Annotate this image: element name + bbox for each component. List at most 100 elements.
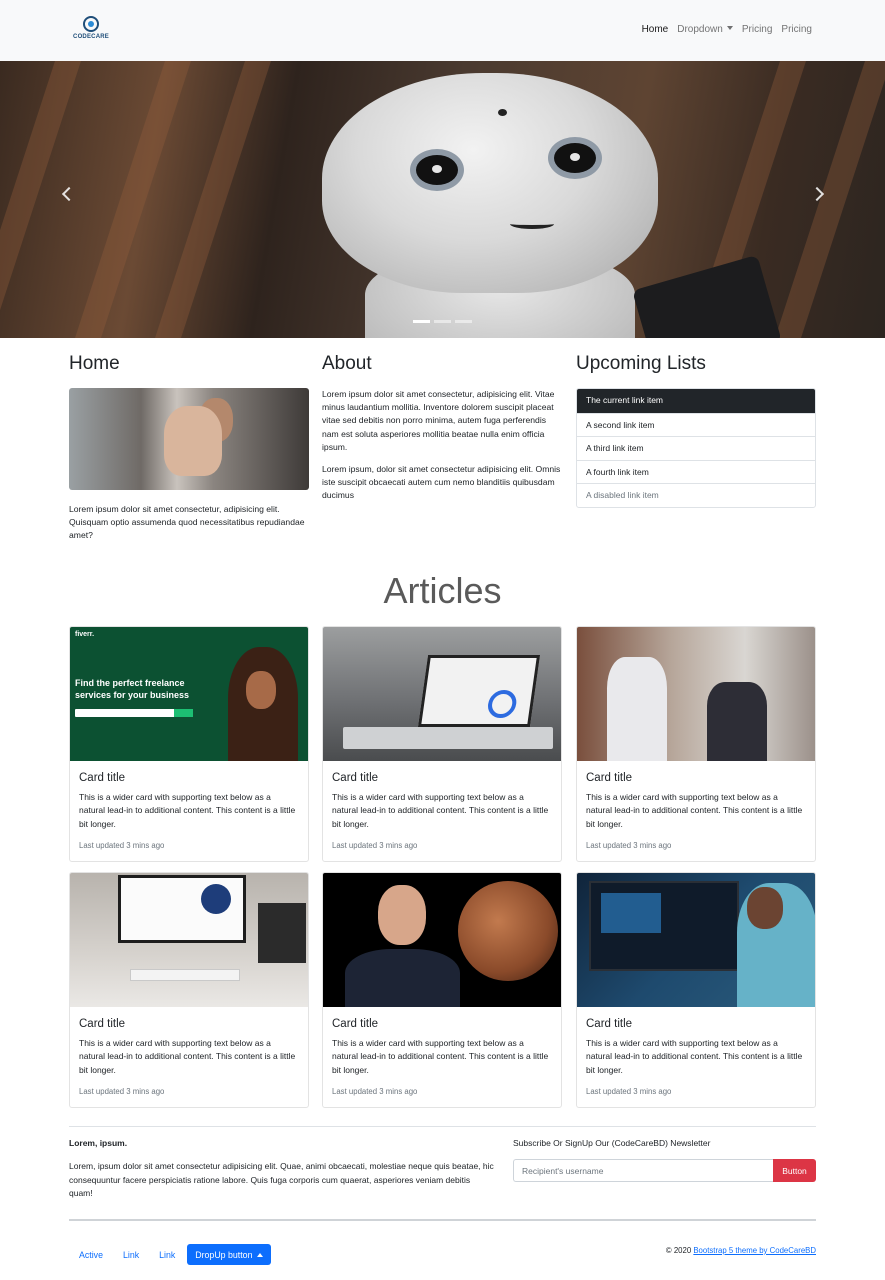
card-image [323, 873, 561, 1007]
person-right [707, 682, 767, 761]
fiverr-search-button [174, 709, 193, 717]
upcoming-list: The current link item A second link item… [576, 388, 816, 508]
articles-heading: Articles [383, 570, 502, 611]
upcoming-heading: Upcoming Lists [576, 353, 706, 374]
card-updated: Last updated 3 mins ago [586, 1086, 672, 1096]
planet-mars [458, 881, 558, 981]
list-item[interactable]: A second link item [577, 412, 815, 437]
fiverr-headline: Find the perfect freelance services for … [75, 678, 190, 700]
fiverr-person [228, 647, 298, 761]
footer-link[interactable]: Link [149, 1250, 185, 1260]
card-title: Card title [332, 772, 379, 784]
home-section: Home Lorem ipsum dolor sit amet consecte… [69, 352, 309, 543]
article-card[interactable]: Card title This is a wider card with sup… [322, 872, 562, 1108]
robot-eye-right [548, 137, 602, 179]
card-body: Card title This is a wider card with sup… [323, 1007, 561, 1096]
footer-text: Lorem, ipsum dolor sit amet consectetur … [69, 1161, 494, 1198]
card-updated: Last updated 3 mins ago [586, 840, 672, 850]
copyright: © 2020 Bootstrap 5 theme by CodeCareBD [666, 1246, 816, 1255]
card-body: Card title This is a wider card with sup… [70, 761, 308, 850]
hero-carousel [0, 61, 885, 338]
list-item-disabled: A disabled link item [577, 483, 815, 507]
card-text: This is a wider card with supporting tex… [586, 792, 803, 829]
card-image [323, 627, 561, 761]
card-body: Card title This is a wider card with sup… [70, 1007, 308, 1096]
carousel-prev-icon[interactable] [61, 186, 77, 202]
card-text: This is a wider card with supporting tex… [332, 1038, 549, 1075]
robot-tablet [632, 254, 782, 338]
person-face [378, 885, 426, 945]
list-item[interactable]: A fourth link item [577, 459, 815, 484]
caret-down-icon [726, 26, 733, 30]
nav-links: Home Dropdown Pricing Pricing [642, 24, 812, 35]
carousel-indicators [413, 320, 472, 323]
coder-person [737, 883, 815, 1007]
card-image [70, 873, 308, 1007]
article-card[interactable]: Card title This is a wider card with sup… [576, 626, 816, 862]
dropup-label: DropUp button [195, 1249, 253, 1260]
card-updated: Last updated 3 mins ago [332, 840, 418, 850]
list-item[interactable]: The current link item [577, 389, 815, 413]
logo-icon [83, 16, 99, 32]
home-image [69, 388, 309, 490]
copyright-link[interactable]: Bootstrap 5 theme by CodeCareBD [693, 1246, 816, 1255]
laptop-screen [417, 655, 541, 727]
card-text: This is a wider card with supporting tex… [586, 1038, 803, 1075]
article-card[interactable]: Card title This is a wider card with sup… [322, 626, 562, 862]
newsletter-label: Subscribe Or SignUp Our (CodeCareBD) New… [513, 1138, 711, 1148]
about-paragraph-1: Lorem ipsum dolor sit amet consectetur, … [322, 389, 555, 452]
card-image [577, 873, 815, 1007]
list-item[interactable]: A third link item [577, 436, 815, 460]
card-updated: Last updated 3 mins ago [79, 840, 165, 850]
nav-pricing-1[interactable]: Pricing [742, 24, 773, 35]
caret-up-icon [257, 1252, 264, 1257]
article-card[interactable]: Card title This is a wider card with sup… [69, 872, 309, 1108]
footer-link-active[interactable]: Active [69, 1250, 113, 1260]
brand-name: CODECARE [73, 34, 109, 40]
divider [69, 1219, 816, 1221]
article-card[interactable]: Card title This is a wider card with sup… [576, 872, 816, 1108]
card-title: Card title [79, 1018, 126, 1030]
nav-dropdown[interactable]: Dropdown [677, 24, 733, 35]
card-image: fiverr. Find the perfect freelance servi… [70, 627, 308, 761]
person-suit [345, 949, 460, 1007]
nav-home[interactable]: Home [642, 24, 669, 35]
nav-dropdown-label: Dropdown [677, 24, 723, 35]
footer-link[interactable]: Link [113, 1250, 149, 1260]
carousel-indicator-1[interactable] [413, 320, 430, 323]
card-updated: Last updated 3 mins ago [332, 1086, 418, 1096]
desk-monitor [118, 875, 246, 943]
dropup-button[interactable]: DropUp button [187, 1244, 272, 1265]
card-text: This is a wider card with supporting tex… [79, 792, 296, 829]
card-title: Card title [586, 772, 633, 784]
card-title: Card title [332, 1018, 379, 1030]
nav-pricing-2[interactable]: Pricing [781, 24, 812, 35]
card-body: Card title This is a wider card with sup… [577, 761, 815, 850]
desk-keyboard [130, 969, 240, 981]
newsletter-input[interactable] [513, 1159, 774, 1182]
coder-screen [589, 881, 739, 971]
carousel-indicator-2[interactable] [434, 320, 451, 323]
card-text: This is a wider card with supporting tex… [79, 1038, 296, 1075]
brand-logo[interactable]: CODECARE [72, 14, 110, 46]
card-body: Card title This is a wider card with sup… [323, 761, 561, 850]
about-section: About Lorem ipsum dolor sit amet consect… [322, 352, 562, 503]
card-title: Card title [586, 1018, 633, 1030]
person-hand [164, 406, 222, 476]
robot-eye-left [410, 149, 464, 191]
footer-nav: Active Link Link DropUp button [69, 1244, 272, 1265]
desk-laptop [258, 903, 306, 963]
card-image [577, 627, 815, 761]
robot-head [322, 73, 658, 293]
divider [69, 1126, 816, 1127]
article-card[interactable]: fiverr. Find the perfect freelance servi… [69, 626, 309, 862]
fiverr-logo: fiverr. [75, 631, 95, 638]
card-updated: Last updated 3 mins ago [79, 1086, 165, 1096]
home-text: Lorem ipsum dolor sit amet consectetur, … [69, 504, 305, 541]
about-paragraph-2: Lorem ipsum, dolor sit amet consectetur … [322, 464, 561, 501]
robot-mouth [510, 219, 554, 229]
newsletter-button[interactable]: Button [773, 1159, 816, 1182]
laptop-base [343, 727, 553, 749]
carousel-indicator-3[interactable] [455, 320, 472, 323]
footer-heading: Lorem, ipsum. [69, 1138, 128, 1148]
